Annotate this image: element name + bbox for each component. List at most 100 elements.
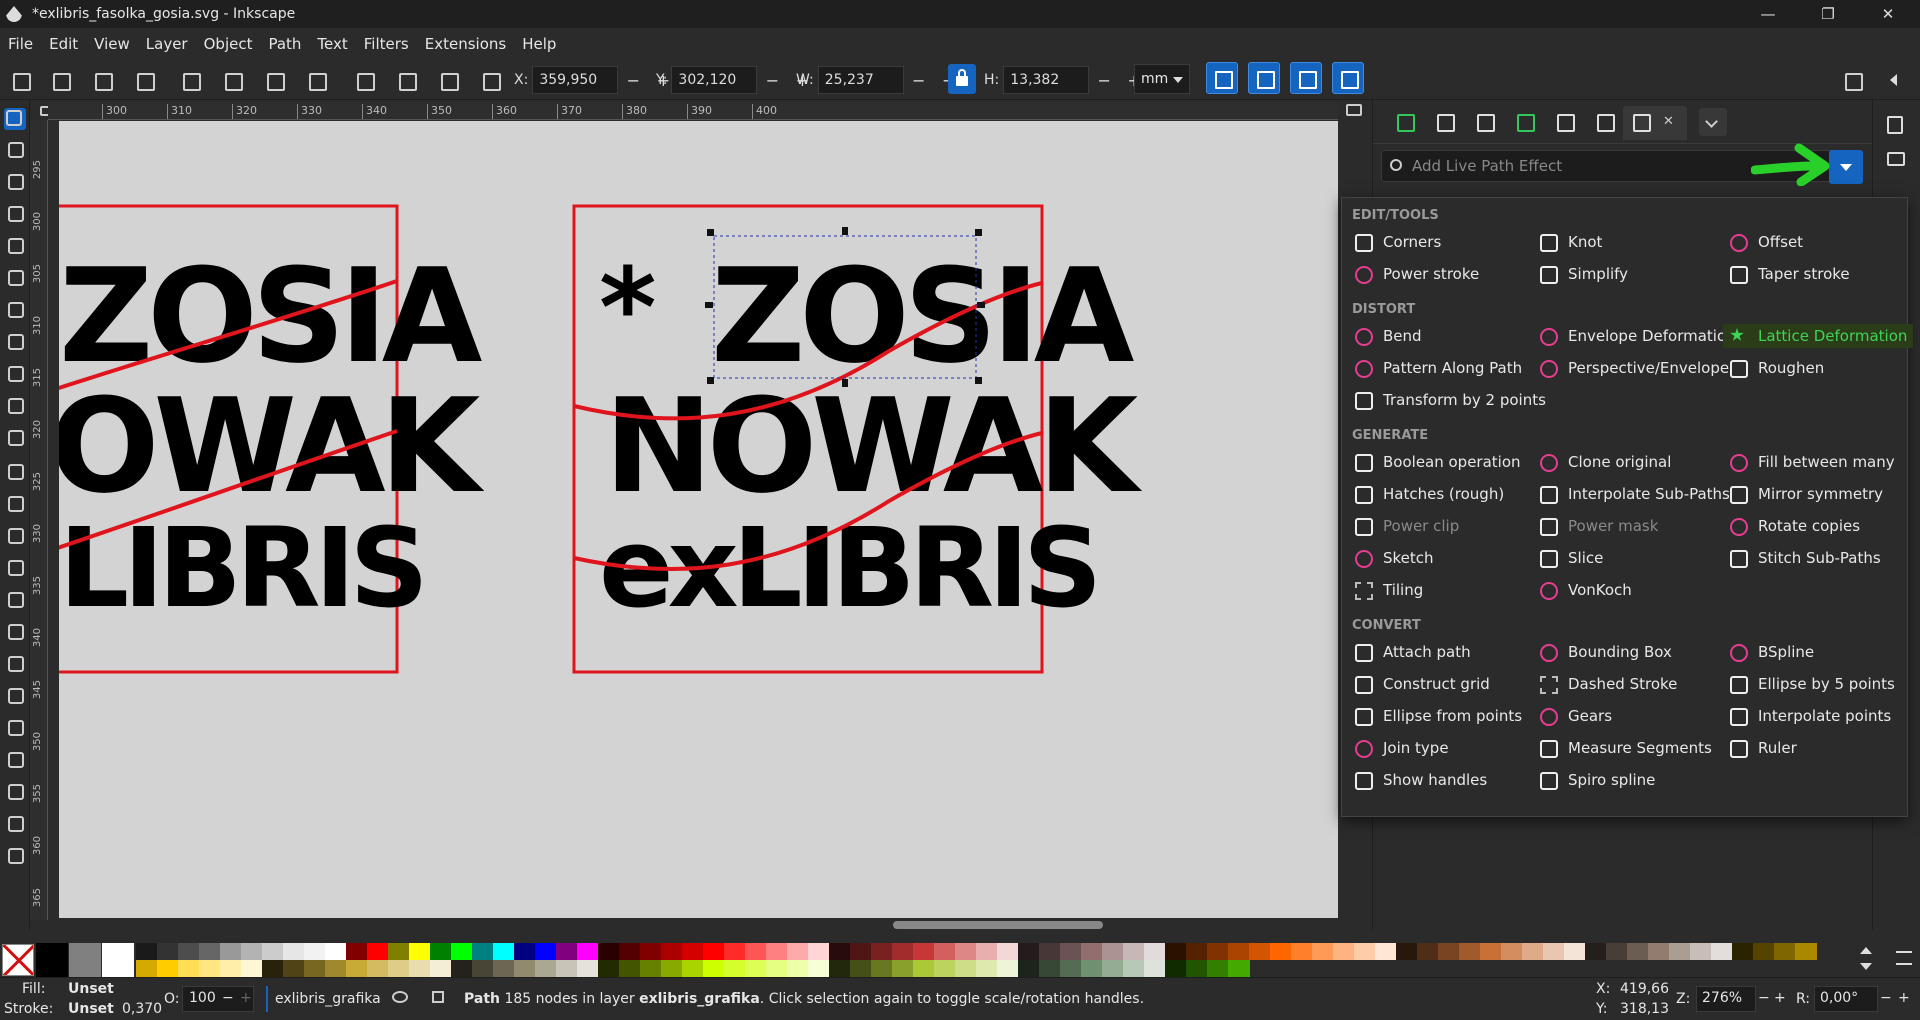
color-swatch[interactable] (1144, 943, 1166, 960)
x-decrement-button[interactable]: − (618, 71, 648, 90)
no-paint-swatch[interactable] (2, 944, 34, 976)
stroke-width-value[interactable]: 0,370 (122, 1001, 162, 1017)
color-swatch[interactable] (535, 943, 557, 960)
unit-select[interactable]: mm (1134, 64, 1190, 94)
color-swatch[interactable] (1795, 943, 1817, 960)
close-tab-icon[interactable]: ✕ (1663, 114, 1674, 129)
lpe-item[interactable]: BSpline (1723, 640, 1820, 664)
pages-tool-icon[interactable] (6, 782, 24, 800)
color-swatch[interactable] (1228, 960, 1250, 977)
color-swatch[interactable] (871, 943, 893, 960)
color-swatch[interactable] (220, 943, 242, 960)
color-swatch[interactable] (598, 943, 620, 960)
lpe-item[interactable]: Ellipse from points (1348, 704, 1528, 728)
color-swatch[interactable] (1165, 943, 1187, 960)
lpe-item[interactable]: Attach path (1348, 640, 1477, 664)
lpe-item[interactable]: Clone original (1533, 450, 1677, 474)
color-swatch[interactable] (1291, 943, 1313, 960)
color-swatch[interactable] (102, 943, 134, 977)
color-swatch[interactable] (1606, 943, 1628, 960)
color-swatch[interactable] (556, 943, 578, 960)
color-swatch[interactable] (829, 960, 851, 977)
lpe-item[interactable]: Gears (1533, 704, 1618, 728)
color-swatch[interactable] (262, 960, 284, 977)
ellipse-tool-icon[interactable] (6, 236, 24, 254)
flip-horizontal-icon[interactable] (262, 68, 286, 92)
lpe-item[interactable]: Power stroke (1348, 262, 1485, 286)
fill-value[interactable]: Unset (68, 981, 114, 997)
color-swatch[interactable] (241, 960, 263, 977)
palette-menu-icon[interactable] (1896, 951, 1912, 965)
zoom-in-button[interactable]: + (1774, 990, 1786, 1006)
clone-dialog-icon[interactable] (6, 846, 24, 864)
color-swatch[interactable] (1648, 943, 1670, 960)
lpe-item[interactable]: Offset (1723, 230, 1809, 254)
new-document-icon[interactable] (1887, 116, 1903, 134)
color-swatch[interactable] (409, 960, 431, 977)
color-swatch[interactable] (1522, 943, 1544, 960)
color-swatch[interactable] (1207, 943, 1229, 960)
color-swatch[interactable] (1312, 943, 1334, 960)
flip-vertical-icon[interactable] (304, 68, 328, 92)
color-swatch[interactable] (1543, 943, 1565, 960)
shape-builder-icon[interactable] (6, 172, 24, 190)
lpe-item[interactable]: Lattice Deformation (1723, 324, 1914, 348)
color-swatch[interactable] (1060, 943, 1082, 960)
select-all-layers-icon[interactable] (48, 68, 72, 92)
color-swatch[interactable] (1501, 943, 1523, 960)
color-swatch[interactable] (598, 960, 620, 977)
color-swatch[interactable] (514, 943, 536, 960)
color-swatch[interactable] (346, 960, 368, 977)
color-swatch[interactable] (241, 943, 263, 960)
menu-text[interactable]: Text (309, 35, 355, 53)
color-swatch[interactable] (808, 943, 830, 960)
display-mode-icon[interactable] (1346, 104, 1362, 116)
gradient-tool-icon[interactable] (6, 494, 24, 512)
color-swatch[interactable] (1753, 943, 1775, 960)
palette-scroll-up-icon[interactable] (1860, 947, 1872, 954)
document-properties-tab-icon[interactable] (1557, 114, 1575, 132)
y-decrement-button[interactable]: − (757, 71, 787, 90)
color-swatch[interactable] (850, 943, 872, 960)
move-gradients-button[interactable] (1290, 62, 1322, 94)
export-tab-icon[interactable] (1397, 114, 1415, 132)
color-swatch[interactable] (661, 943, 683, 960)
color-swatch[interactable] (178, 960, 200, 977)
menu-view[interactable]: View (86, 35, 138, 53)
lpe-item[interactable]: Hatches (rough) (1348, 482, 1510, 506)
lpe-item[interactable]: Boolean operation (1348, 450, 1527, 474)
lpe-item[interactable]: Corners (1348, 230, 1447, 254)
snap-toggle-icon[interactable] (1840, 68, 1864, 92)
color-swatch[interactable] (997, 960, 1019, 977)
color-swatch[interactable] (199, 943, 221, 960)
lpe-item[interactable]: Pattern Along Path (1348, 356, 1528, 380)
color-swatch[interactable] (1228, 943, 1250, 960)
lpe-item[interactable]: Stitch Sub-Paths (1723, 546, 1887, 570)
color-swatch[interactable] (850, 960, 872, 977)
eraser-tool-icon[interactable] (6, 686, 24, 704)
palette-scroll-down-icon[interactable] (1860, 963, 1872, 970)
tweak-tool-icon[interactable] (6, 622, 24, 640)
color-swatch[interactable] (409, 943, 431, 960)
lpe-item[interactable]: Join type (1348, 736, 1455, 760)
pencil-tool-icon[interactable] (6, 396, 24, 414)
lpe-item[interactable]: Roughen (1723, 356, 1830, 380)
close-button[interactable]: ✕ (1860, 0, 1916, 28)
color-swatch[interactable] (766, 960, 788, 977)
color-swatch[interactable] (1669, 943, 1691, 960)
color-swatch[interactable] (1123, 960, 1145, 977)
color-swatch[interactable] (1480, 943, 1502, 960)
lpe-item[interactable]: Bend (1348, 324, 1428, 348)
lpe-item[interactable]: Fill between many (1723, 450, 1901, 474)
color-swatch[interactable] (367, 943, 389, 960)
color-swatch[interactable] (955, 943, 977, 960)
color-swatch[interactable] (619, 960, 641, 977)
lpe-item[interactable]: Simplify (1533, 262, 1634, 286)
color-swatch[interactable] (829, 943, 851, 960)
collapse-commands-icon[interactable] (1890, 74, 1897, 86)
color-swatch[interactable] (388, 960, 410, 977)
color-swatch[interactable] (304, 960, 326, 977)
color-swatch[interactable] (346, 943, 368, 960)
color-swatch[interactable] (1018, 960, 1040, 977)
layers-tab-icon[interactable] (1477, 114, 1495, 132)
